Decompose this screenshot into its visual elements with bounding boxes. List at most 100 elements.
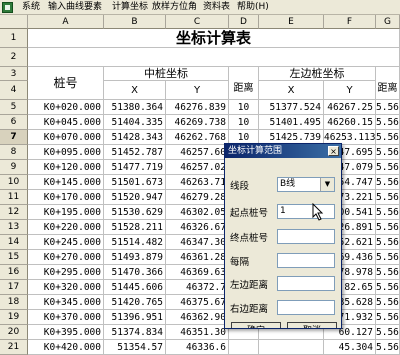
pile-no-cell[interactable]: K0+320.000	[28, 280, 104, 295]
pile-no-cell[interactable]: K0+345.000	[28, 295, 104, 310]
row-header[interactable]: 11	[0, 190, 28, 205]
center-y-cell[interactable]: 46262.768	[166, 130, 229, 145]
center-y-cell[interactable]: 46279.28	[166, 190, 229, 205]
pile-no-cell[interactable]: K0+270.000	[28, 250, 104, 265]
column-header[interactable]: B	[104, 15, 166, 29]
distance-cell[interactable]: 10	[229, 115, 259, 130]
menu-input-curve[interactable]: 输入曲线要素	[48, 1, 102, 13]
left-x-cell[interactable]: 51377.524	[259, 100, 324, 115]
menu-system[interactable]: 系统	[22, 1, 40, 13]
center-y-cell[interactable]: 46361.28	[166, 250, 229, 265]
center-x-cell[interactable]: 51445.606	[104, 280, 166, 295]
row-header[interactable]: 21	[0, 340, 28, 355]
distance-cell[interactable]	[229, 340, 259, 355]
center-y-cell[interactable]: 46269.738	[166, 115, 229, 130]
chevron-down-icon[interactable]: ▼	[320, 178, 334, 191]
extra-cell[interactable]: 5.56	[376, 280, 400, 295]
extra-cell[interactable]: 5.56	[376, 325, 400, 340]
center-y-cell[interactable]: 46263.71	[166, 175, 229, 190]
extra-cell[interactable]: 5.56	[376, 160, 400, 175]
extra-cell[interactable]: 5.56	[376, 190, 400, 205]
center-y-cell[interactable]: 46372.7	[166, 280, 229, 295]
pile-no-cell[interactable]: K0+145.000	[28, 175, 104, 190]
end-pile-input[interactable]	[277, 229, 335, 244]
left-y-cell[interactable]: 46267.25	[324, 100, 376, 115]
center-x-cell[interactable]: 51530.629	[104, 205, 166, 220]
column-header[interactable]: G	[376, 15, 400, 29]
ok-button[interactable]: 确定	[231, 322, 281, 328]
pile-no-cell[interactable]: K0+045.000	[28, 115, 104, 130]
center-x-cell[interactable]: 51477.719	[104, 160, 166, 175]
pile-no-cell[interactable]: K0+395.000	[28, 325, 104, 340]
row-header[interactable]: 12	[0, 205, 28, 220]
pile-no-cell[interactable]: K0+245.000	[28, 235, 104, 250]
cancel-button[interactable]: 取消	[287, 322, 337, 328]
pile-no-cell[interactable]: K0+170.000	[28, 190, 104, 205]
center-y-cell[interactable]: 46302.05	[166, 205, 229, 220]
menu-help[interactable]: 帮助(H)	[237, 1, 269, 13]
extra-cell[interactable]: 5.56	[376, 235, 400, 250]
center-y-cell[interactable]: 46362.90	[166, 310, 229, 325]
close-icon[interactable]: ×	[328, 146, 339, 156]
row-header[interactable]: 15	[0, 250, 28, 265]
pile-no-cell[interactable]: K0+020.000	[28, 100, 104, 115]
row-header[interactable]: 19	[0, 310, 28, 325]
extra-cell[interactable]: 5.56	[376, 100, 400, 115]
center-y-cell[interactable]: 46369.63	[166, 265, 229, 280]
center-y-cell[interactable]: 46257.60	[166, 145, 229, 160]
pile-no-cell[interactable]: K0+120.000	[28, 160, 104, 175]
center-y-cell[interactable]: 46347.30	[166, 235, 229, 250]
center-y-cell[interactable]: 46336.6	[166, 340, 229, 355]
pile-no-cell[interactable]: K0+195.000	[28, 205, 104, 220]
row-header[interactable]: 8	[0, 145, 28, 160]
pile-no-cell[interactable]: K0+295.000	[28, 265, 104, 280]
extra-cell[interactable]: 5.56	[376, 310, 400, 325]
extra-cell[interactable]: 5.56	[376, 130, 400, 145]
extra-cell[interactable]: 5.56	[376, 295, 400, 310]
extra-cell[interactable]: 5.56	[376, 250, 400, 265]
extra-cell[interactable]: 5.56	[376, 115, 400, 130]
row-header[interactable]: 7	[0, 130, 28, 145]
left-x-cell[interactable]: 51401.495	[259, 115, 324, 130]
extra-cell[interactable]: 5.56	[376, 265, 400, 280]
row-header[interactable]: 5	[0, 100, 28, 115]
center-x-cell[interactable]: 51420.765	[104, 295, 166, 310]
left-y-cell[interactable]: 46260.15	[324, 115, 376, 130]
center-x-cell[interactable]: 51428.343	[104, 130, 166, 145]
left-distance-input[interactable]	[277, 276, 335, 291]
row-header[interactable]: 3	[0, 67, 28, 81]
row-header[interactable]: 6	[0, 115, 28, 130]
row-header[interactable]: 9	[0, 160, 28, 175]
extra-cell[interactable]: 5.56	[376, 145, 400, 160]
start-pile-input[interactable]: 1	[277, 204, 335, 219]
distance-cell[interactable]: 10	[229, 100, 259, 115]
segment-select[interactable]: B线 ▼	[277, 177, 335, 192]
center-y-cell[interactable]: 46351.30	[166, 325, 229, 340]
center-y-cell[interactable]: 46257.02	[166, 160, 229, 175]
pile-no-cell[interactable]: K0+370.000	[28, 310, 104, 325]
center-x-cell[interactable]: 51452.787	[104, 145, 166, 160]
center-x-cell[interactable]: 51374.834	[104, 325, 166, 340]
extra-cell[interactable]: 5.56	[376, 175, 400, 190]
row-header[interactable]: 20	[0, 325, 28, 340]
row-header[interactable]: 14	[0, 235, 28, 250]
row-header[interactable]: 10	[0, 175, 28, 190]
center-x-cell[interactable]: 51470.366	[104, 265, 166, 280]
row-header[interactable]: 16	[0, 265, 28, 280]
center-x-cell[interactable]: 51493.879	[104, 250, 166, 265]
row-header[interactable]: 17	[0, 280, 28, 295]
pile-no-cell[interactable]: K0+070.000	[28, 130, 104, 145]
extra-cell[interactable]: 5.56	[376, 205, 400, 220]
menu-data-table[interactable]: 资料表	[203, 1, 230, 13]
pile-no-cell[interactable]: K0+220.000	[28, 220, 104, 235]
center-x-cell[interactable]: 51520.947	[104, 190, 166, 205]
row-header[interactable]: 13	[0, 220, 28, 235]
column-header[interactable]: A	[28, 15, 104, 29]
row-header[interactable]: 4	[0, 81, 28, 100]
column-header[interactable]: C	[166, 15, 229, 29]
pile-no-cell[interactable]: K0+095.000	[28, 145, 104, 160]
app-icon[interactable]	[2, 2, 13, 13]
center-x-cell[interactable]: 51380.364	[104, 100, 166, 115]
center-x-cell[interactable]: 51514.482	[104, 235, 166, 250]
center-x-cell[interactable]: 51404.335	[104, 115, 166, 130]
